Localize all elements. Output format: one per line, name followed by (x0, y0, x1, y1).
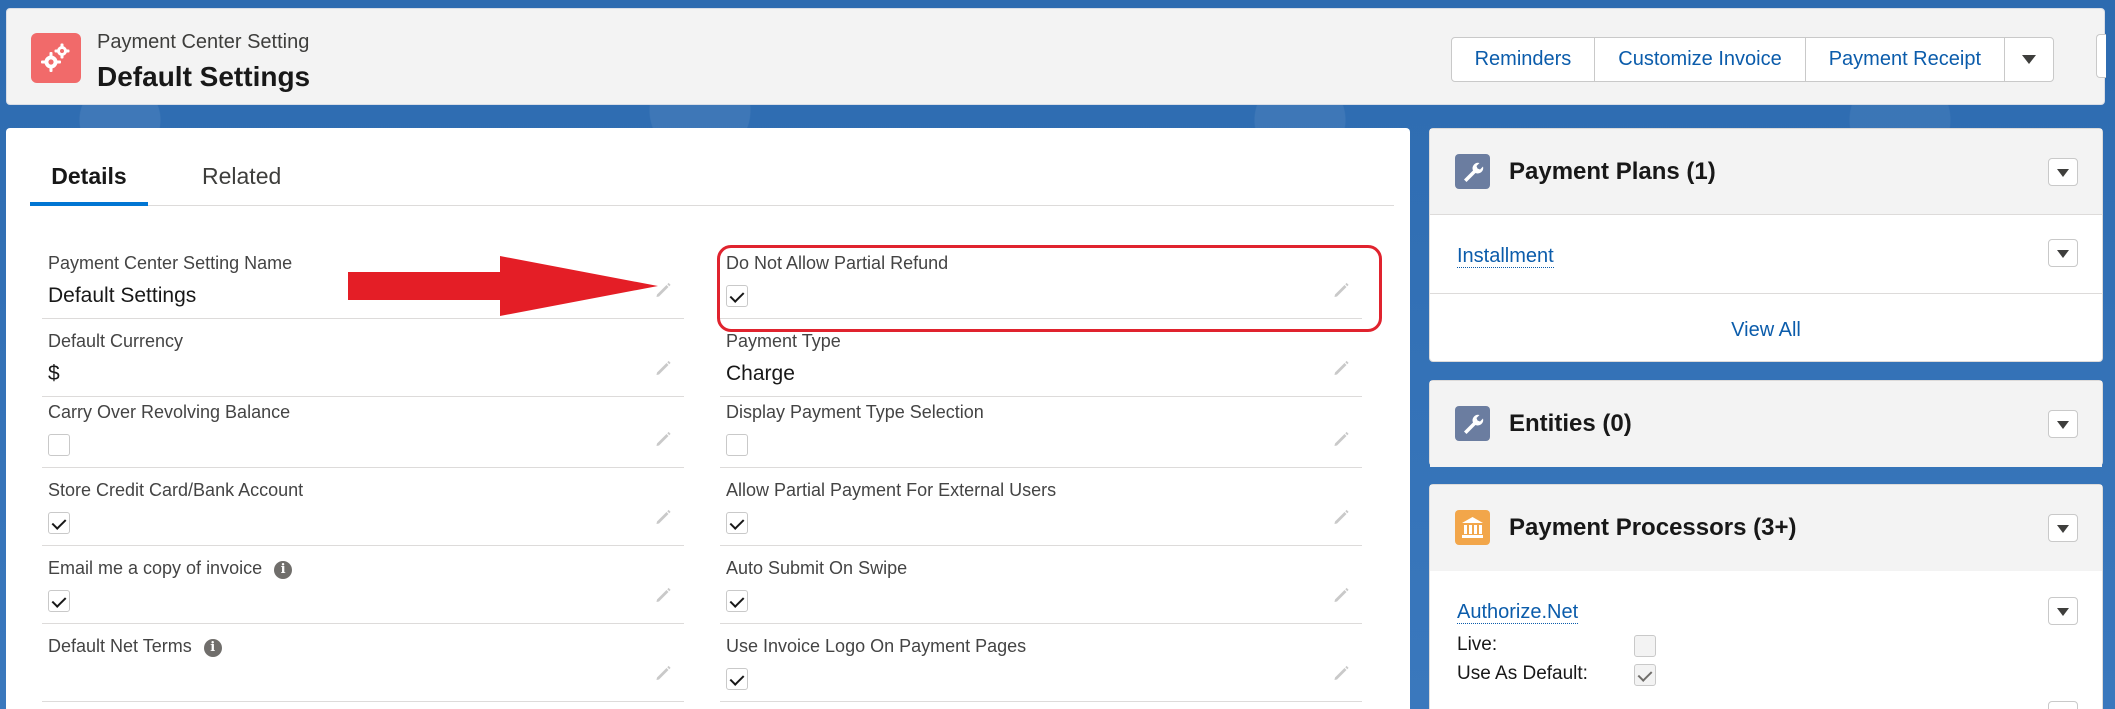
annotation-red-arrow (348, 256, 658, 316)
field-value: $ (48, 362, 60, 385)
record-tabs: Details Related (30, 158, 1394, 206)
chevron-down-icon (2057, 250, 2069, 258)
chevron-down-icon (2057, 525, 2069, 533)
settings-gears-icon (31, 33, 81, 83)
reminders-button[interactable]: Reminders (1452, 38, 1596, 81)
divider (1430, 293, 2102, 294)
field-label: Carry Over Revolving Balance (48, 402, 291, 422)
card-menu-button[interactable] (2048, 514, 2078, 542)
edit-pencil-icon[interactable] (1332, 586, 1350, 604)
field-label-wrap: Email me a copy of invoice i (48, 558, 293, 579)
field-checkbox (48, 512, 70, 534)
info-icon[interactable]: i (203, 639, 222, 657)
chevron-down-icon (2057, 608, 2069, 616)
field-value: Default Settings (48, 284, 197, 307)
field-checkbox (726, 434, 748, 456)
field-display-type-selection: Display Payment Type Selection (720, 390, 1362, 468)
chevron-down-icon (2022, 55, 2036, 64)
field-label: Default Net Terms (48, 636, 192, 656)
chevron-down-icon (2057, 169, 2069, 177)
field-email-copy: Email me a copy of invoice i (42, 546, 684, 624)
card-title: Payment Plans (1) (1509, 158, 1716, 185)
payment-plans-card: Payment Plans (1) Installment View All (1429, 128, 2103, 362)
edit-pencil-icon[interactable] (1332, 430, 1350, 448)
wrench-icon (1455, 406, 1490, 441)
wrench-icon (1455, 154, 1490, 189)
live-checkbox (1634, 635, 1656, 657)
processor-link[interactable]: Authorize.Net (1457, 601, 1579, 624)
payment-plan-link[interactable]: Installment (1457, 245, 1554, 268)
field-carry-over-balance: Carry Over Revolving Balance (42, 390, 684, 468)
entities-card: Entities (0) (1429, 380, 2103, 467)
card-title: Payment Processors (3+) (1509, 514, 1797, 541)
more-actions-button[interactable] (2005, 38, 2053, 81)
field-label: Auto Submit On Swipe (726, 558, 908, 578)
edit-pencil-icon[interactable] (1332, 508, 1350, 526)
payment-receipt-button[interactable]: Payment Receipt (1806, 38, 2005, 81)
field-store-credit-card: Store Credit Card/Bank Account (42, 468, 684, 546)
card-header: Payment Plans (1) (1430, 129, 2102, 215)
edit-pencil-icon[interactable] (1332, 359, 1350, 377)
item-menu-button[interactable] (2048, 597, 2078, 625)
field-auto-submit: Auto Submit On Swipe (720, 546, 1362, 624)
use-as-default-checkbox (1634, 664, 1656, 686)
card-menu-button[interactable] (2048, 158, 2078, 186)
card-title: Entities (0) (1509, 410, 1632, 437)
field-label: Email me a copy of invoice (48, 558, 263, 578)
field-label: Allow Partial Payment For External Users (726, 480, 1057, 500)
header-action-buttons: Reminders Customize Invoice Payment Rece… (1450, 37, 2054, 82)
field-label: Payment Center Setting Name (48, 253, 293, 273)
item-menu-button[interactable] (2048, 239, 2078, 267)
view-all-link[interactable]: View All (1430, 319, 2102, 342)
field-label: Default Currency (48, 331, 184, 351)
bank-icon (1455, 510, 1490, 545)
field-checkbox (726, 512, 748, 534)
live-label: Live: (1457, 634, 1498, 655)
field-checkbox (726, 668, 748, 690)
record-header: Payment Center Setting Default Settings … (6, 8, 2105, 105)
edit-pencil-icon[interactable] (1332, 664, 1350, 682)
edit-pencil-icon[interactable] (654, 508, 672, 526)
field-label-wrap: Default Net Terms i (48, 636, 222, 657)
field-value: Charge (726, 362, 795, 385)
customize-invoice-button[interactable]: Customize Invoice (1595, 38, 1806, 81)
field-checkbox (48, 434, 70, 456)
card-header: Entities (0) (1430, 381, 2102, 467)
card-menu-button[interactable] (2048, 410, 2078, 438)
field-label: Display Payment Type Selection (726, 402, 984, 422)
next-item-menu-button[interactable] (2048, 701, 2078, 709)
payment-processors-card: Payment Processors (3+) Authorize.Net Li… (1429, 484, 2103, 709)
edit-pencil-icon[interactable] (654, 359, 672, 377)
use-as-default-label: Use As Default: (1457, 663, 1588, 684)
card-header: Payment Processors (3+) (1430, 485, 2102, 571)
field-label: Use Invoice Logo On Payment Pages (726, 636, 1027, 656)
edit-pencil-icon[interactable] (654, 664, 672, 682)
field-checkbox (726, 590, 748, 612)
utility-edge-button[interactable] (2096, 34, 2106, 78)
field-default-net-terms: Default Net Terms i (42, 624, 684, 702)
object-type-label: Payment Center Setting (97, 31, 310, 53)
field-invoice-logo: Use Invoice Logo On Payment Pages (720, 624, 1362, 702)
edit-pencil-icon[interactable] (654, 586, 672, 604)
info-icon[interactable]: i (274, 561, 293, 579)
record-title: Default Settings (97, 61, 311, 92)
edit-pencil-icon[interactable] (654, 430, 672, 448)
tab-details[interactable]: Details (30, 158, 148, 206)
field-default-currency: Default Currency $ (42, 319, 684, 397)
tab-related[interactable]: Related (202, 158, 281, 206)
annotation-highlight-box (717, 245, 1382, 332)
field-label: Payment Type (726, 331, 841, 351)
field-allow-partial-payment: Allow Partial Payment For External Users (720, 468, 1362, 546)
field-label: Store Credit Card/Bank Account (48, 480, 304, 500)
field-checkbox (48, 590, 70, 612)
chevron-down-icon (2057, 421, 2069, 429)
